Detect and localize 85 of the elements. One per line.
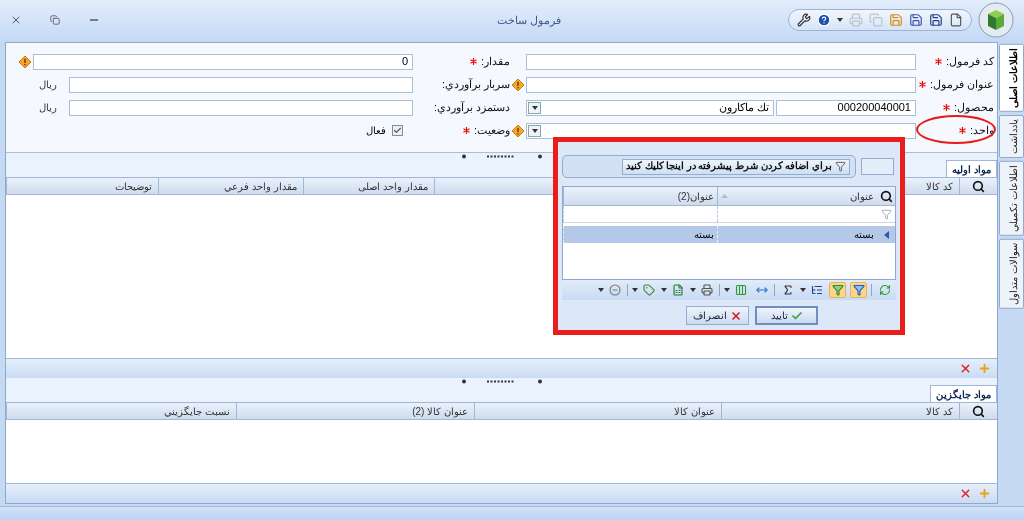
row-indicator-icon xyxy=(883,230,889,239)
columns-icon xyxy=(734,284,747,296)
filter-add-icon xyxy=(835,161,846,172)
dropdown-button[interactable] xyxy=(528,101,541,114)
section-tab[interactable]: مواد جايگزين xyxy=(930,385,997,403)
search-icon[interactable] xyxy=(879,189,893,203)
checkbox[interactable] xyxy=(392,125,403,136)
splitter-grip-icon[interactable] xyxy=(461,154,542,159)
column-header[interactable]: نسبت جايگزيني xyxy=(6,403,236,420)
app-logo-icon[interactable] xyxy=(978,2,1014,38)
unit-label: ريال xyxy=(38,78,58,92)
filter-icon xyxy=(852,284,865,296)
confirm-button[interactable]: تاييد xyxy=(755,306,818,325)
close-icon xyxy=(730,309,742,322)
section-tab[interactable]: مواد اوليه xyxy=(946,160,997,177)
close-icon[interactable] xyxy=(10,14,22,26)
column-header[interactable]: عنوان كالا (2) xyxy=(236,403,474,420)
column-header[interactable]: كد كالا xyxy=(721,403,959,420)
unit-select[interactable] xyxy=(526,122,916,139)
field-label: كد فرمول: xyxy=(945,54,994,70)
excel-icon xyxy=(671,284,684,296)
cancel-button[interactable]: انصراف xyxy=(686,306,749,325)
text-field[interactable]: 0 xyxy=(33,53,413,70)
field-label: دستمزد برآوردي: xyxy=(433,100,510,116)
help-icon[interactable] xyxy=(817,13,831,27)
unit-label: ريال xyxy=(38,101,58,115)
check-icon xyxy=(790,309,803,322)
field-label: سربار برآوردي: xyxy=(441,77,510,93)
save-icon[interactable] xyxy=(929,13,943,27)
field-label: مقدار: xyxy=(480,54,510,70)
product-select[interactable]: تك ماكارون xyxy=(526,99,774,116)
caret-icon[interactable] xyxy=(531,128,538,133)
save-as-icon[interactable] xyxy=(909,13,923,27)
wrench-icon[interactable] xyxy=(797,13,811,27)
caret-icon[interactable] xyxy=(724,288,730,292)
print-icon xyxy=(700,284,713,296)
export-icon xyxy=(642,284,655,296)
code-field[interactable]: 000200040001 xyxy=(776,99,916,116)
caret-icon[interactable] xyxy=(598,288,604,292)
advanced-filter-button[interactable]: براي اضافه كردن شرط پيشرفته در اينجا كليك كنيد xyxy=(621,158,850,175)
column-header[interactable]: عنوان كالا xyxy=(474,403,721,420)
window-title: فرمول ساخت xyxy=(496,12,562,29)
side-tab[interactable]: اطلاعات تكميلي xyxy=(999,160,1024,236)
field-label: وضعيت: xyxy=(473,123,510,139)
search-icon[interactable] xyxy=(972,179,985,193)
text-field[interactable] xyxy=(526,53,916,70)
filter-tool-button[interactable] xyxy=(850,282,867,298)
text-field[interactable] xyxy=(69,76,413,93)
new-document-icon[interactable] xyxy=(949,13,963,27)
text-field[interactable] xyxy=(69,99,413,116)
delete-icon[interactable] xyxy=(959,487,972,500)
customize-menu-caret-icon[interactable] xyxy=(837,18,843,22)
caret-icon[interactable] xyxy=(800,288,806,292)
save-close-icon[interactable] xyxy=(889,13,903,27)
field-label: عنوان فرمول: xyxy=(929,77,994,93)
column-header[interactable]: مقدار واحد اصلی xyxy=(303,178,434,194)
checkbox-label: فعال xyxy=(366,124,386,138)
dropdown-button[interactable] xyxy=(528,124,541,137)
table-row[interactable]: بسته بسته xyxy=(563,226,895,243)
sum-icon xyxy=(781,284,794,296)
splitter-grip-icon[interactable] xyxy=(461,379,542,385)
side-tab[interactable]: سوالات متداول xyxy=(999,238,1024,309)
caret-icon[interactable] xyxy=(690,288,696,292)
search-icon[interactable] xyxy=(972,404,985,418)
text-field[interactable] xyxy=(526,76,916,93)
caret-icon[interactable] xyxy=(531,105,538,110)
side-tab[interactable]: اطلاعات اصلی xyxy=(999,44,1024,112)
restore-icon[interactable] xyxy=(50,15,60,25)
print-tool-button[interactable] xyxy=(698,282,715,298)
column-header[interactable]: عنوان xyxy=(717,187,877,205)
check-icon xyxy=(393,126,402,135)
field-label: محصول: xyxy=(953,100,994,116)
collapse-icon xyxy=(608,284,621,296)
table-cell: بسته xyxy=(563,226,717,243)
group-icon xyxy=(810,284,823,296)
table-cell: بسته xyxy=(717,226,877,243)
column-header[interactable]: عنوان(2) xyxy=(563,187,717,205)
refresh-icon xyxy=(878,284,891,296)
caret-icon[interactable] xyxy=(661,288,667,292)
filter-row-icon xyxy=(831,284,844,296)
side-tab[interactable]: يادداشت xyxy=(999,114,1024,158)
caret-icon[interactable] xyxy=(632,288,638,292)
filter-field[interactable] xyxy=(861,158,894,175)
column-header[interactable]: مقدار واحد فرعي xyxy=(158,178,303,194)
column-header[interactable]: توضيحات xyxy=(6,178,158,194)
